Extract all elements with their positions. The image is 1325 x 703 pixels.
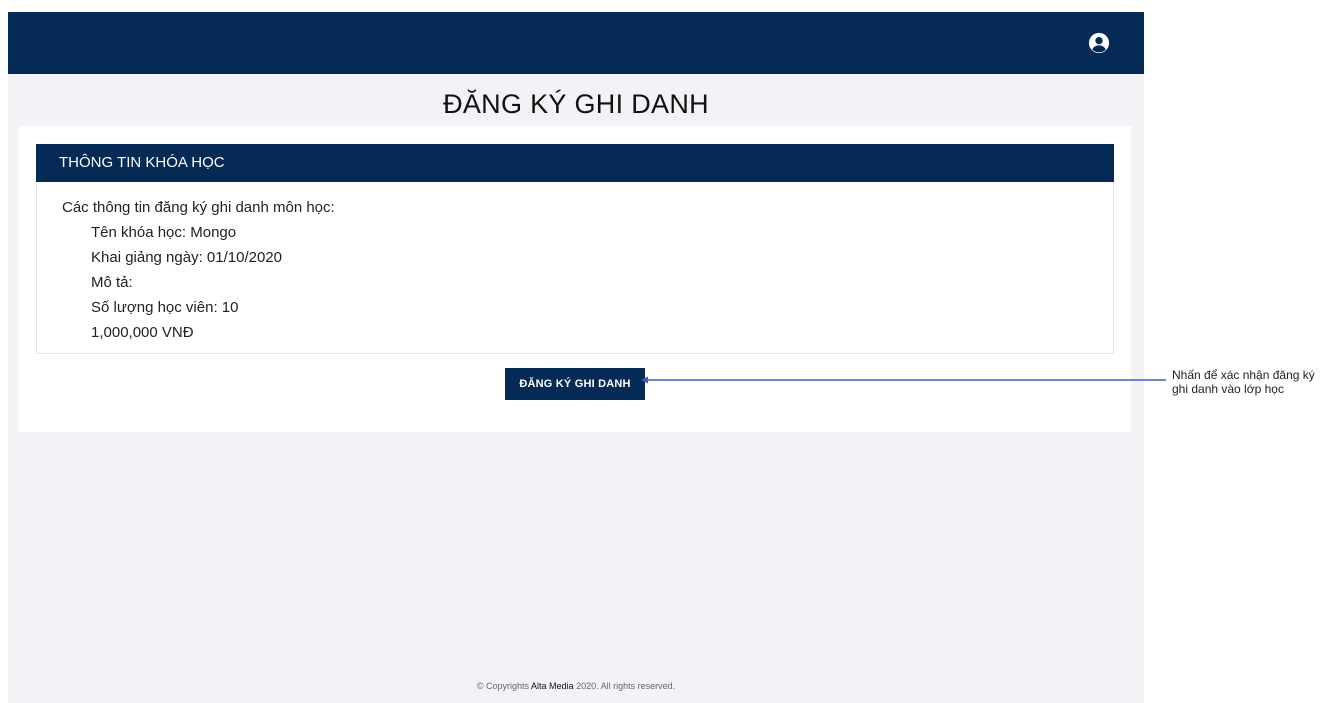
course-student-count: Số lượng học viên: 10 bbox=[91, 299, 239, 316]
footer-suffix: 2020. All rights reserved. bbox=[573, 681, 676, 691]
course-info-list: Tên khóa học: Mongo Khai giảng ngày: 01/… bbox=[91, 223, 282, 348]
course-info-panel: THÔNG TIN KHÓA HỌC Các thông tin đăng ký… bbox=[36, 144, 1114, 354]
course-price: 1,000,000 VNĐ bbox=[91, 324, 194, 341]
app-window: ĐĂNG KÝ GHI DANH THÔNG TIN KHÓA HỌC Các … bbox=[8, 12, 1144, 703]
page-title: ĐĂNG KÝ GHI DANH bbox=[443, 89, 709, 119]
course-info-intro: Các thông tin đăng ký ghi danh môn học: bbox=[62, 199, 335, 216]
course-name: Tên khóa học: Mongo bbox=[91, 224, 237, 241]
course-description: Mô tả: bbox=[91, 274, 133, 291]
course-start-date: Khai giảng ngày: 01/10/2020 bbox=[91, 249, 282, 266]
user-circle-icon[interactable] bbox=[1088, 32, 1110, 54]
register-button[interactable]: ĐĂNG KÝ GHI DANH bbox=[505, 368, 645, 400]
course-info-header: THÔNG TIN KHÓA HỌC bbox=[36, 144, 1114, 182]
footer-prefix: © Copyrights bbox=[476, 681, 532, 691]
footer-brand: Alta Media bbox=[531, 681, 574, 691]
top-navbar bbox=[8, 12, 1144, 74]
annotation-arrow bbox=[641, 376, 1166, 384]
footer-copyright: © Copyrights Alta Media 2020. All rights… bbox=[8, 681, 1144, 691]
annotation-text: Nhấn để xác nhận đăng ký ghi danh vào lớ… bbox=[1172, 368, 1315, 396]
